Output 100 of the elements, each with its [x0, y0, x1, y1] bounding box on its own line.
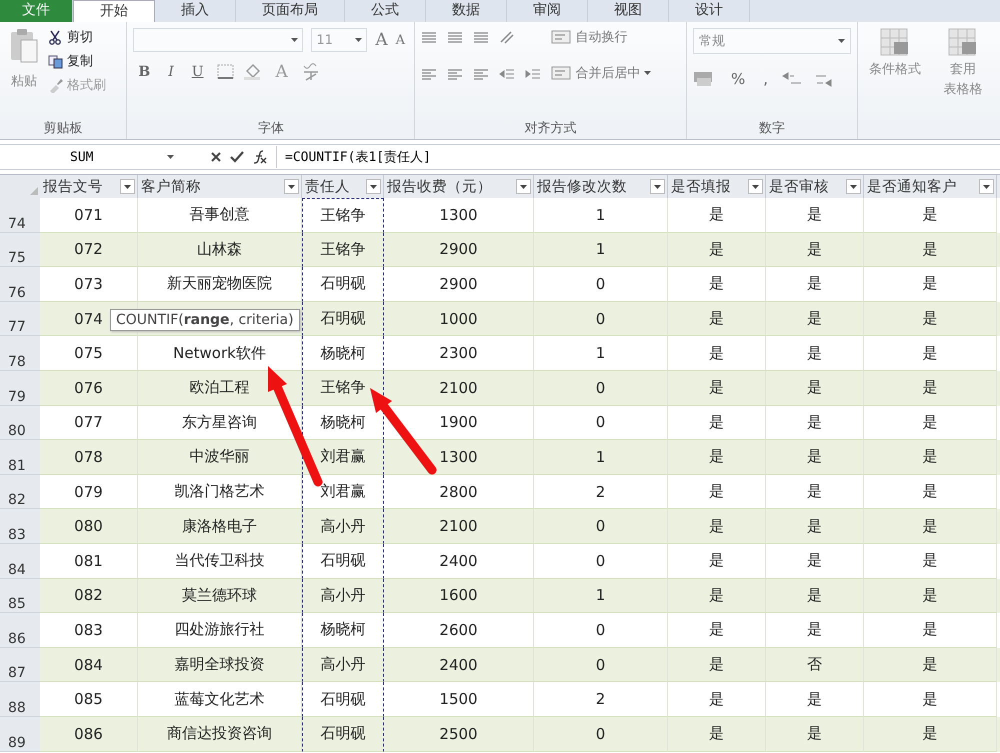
font-name-field[interactable]: [133, 28, 304, 52]
table-cell: 0: [534, 544, 668, 579]
ribbon-button[interactable]: 自动换行: [551, 28, 652, 46]
column-header[interactable]: 是否审核: [766, 175, 864, 198]
table-cell: 高小丹: [302, 648, 384, 682]
filter-dropdown-icon[interactable]: [979, 179, 994, 194]
ribbon-button[interactable]: 合并后居中: [551, 64, 652, 82]
table-cell: 是: [766, 232, 864, 268]
column-header[interactable]: 报告收费（元）: [384, 175, 534, 198]
column-header[interactable]: 是否填报: [668, 175, 766, 198]
filter-dropdown-icon[interactable]: [120, 179, 135, 194]
align-bottom-icon[interactable]: [473, 30, 490, 45]
underline-button[interactable]: U: [186, 64, 209, 80]
table-cell: 是: [668, 302, 766, 336]
comma-style-button[interactable]: ,: [759, 70, 772, 88]
column-header[interactable]: 客户简称: [138, 175, 302, 198]
table-cell: 是: [766, 509, 864, 544]
align-right-icon[interactable]: [473, 67, 490, 82]
table-cell: 1600: [384, 578, 534, 614]
caret-icon[interactable]: [644, 70, 652, 76]
ribbon-tab[interactable]: 开始: [73, 0, 155, 22]
brush-icon[interactable]: [48, 78, 63, 92]
filter-dropdown-icon[interactable]: [366, 179, 381, 194]
table-cell: 杨晓柯: [302, 336, 384, 371]
table-cell: 是: [864, 198, 997, 233]
filter-dropdown-icon[interactable]: [846, 179, 861, 194]
merge-cells-icon[interactable]: [551, 65, 572, 81]
filter-dropdown-icon[interactable]: [650, 179, 665, 194]
table-cell: 是: [766, 544, 864, 579]
table-cell: 是: [766, 198, 864, 233]
shrink-font-button[interactable]: A: [396, 32, 406, 48]
wrap-text-icon[interactable]: [551, 29, 572, 45]
formula-field[interactable]: =COUNTIF(表1[责任人]: [277, 148, 1000, 166]
table-cell: 071: [40, 198, 138, 233]
ribbon-button[interactable]: 剪切: [48, 28, 106, 46]
align-center-icon[interactable]: [447, 67, 464, 82]
caret-icon[interactable]: [838, 38, 845, 44]
cancel-icon[interactable]: [210, 151, 222, 163]
table-cell: 是: [668, 267, 766, 302]
italic-button[interactable]: I: [163, 64, 179, 80]
column-header[interactable]: 报告修改次数: [534, 175, 668, 198]
grow-font-button[interactable]: A: [375, 30, 388, 50]
row-number: 75: [0, 232, 40, 268]
table-cell: 石明砚: [302, 682, 384, 717]
column-header[interactable]: 责任人: [302, 175, 384, 198]
row-number: 82: [0, 474, 40, 510]
table-cell: 1900: [384, 406, 534, 440]
column-header[interactable]: 是否通知客户: [864, 175, 997, 198]
caret-icon[interactable]: [291, 38, 298, 42]
bold-button[interactable]: B: [133, 64, 156, 80]
table-cell: 1500: [384, 682, 534, 717]
table-cell: 嘉明全球投资: [138, 648, 302, 682]
table-cell: 2100: [384, 509, 534, 544]
table-cell: 欧泊工程: [138, 370, 302, 406]
row-number: 77: [0, 302, 40, 336]
align-top-icon[interactable]: [421, 30, 438, 45]
table-cell: 是: [864, 716, 997, 752]
align-left-icon[interactable]: [421, 67, 438, 82]
scissors-icon[interactable]: [48, 30, 63, 44]
table-cell: 1000: [384, 302, 534, 336]
table-cell: 当代传卫科技: [138, 544, 302, 579]
group-label: 数字: [759, 120, 785, 137]
ribbon-tab[interactable]: 文件: [0, 0, 73, 22]
table-cell: 是: [668, 509, 766, 544]
table-cell: 是: [766, 440, 864, 475]
row-number: 88: [0, 682, 40, 717]
name-box[interactable]: SUM: [0, 146, 180, 168]
caret-icon[interactable]: [355, 38, 362, 42]
align-middle-icon[interactable]: [447, 30, 464, 45]
function-tooltip: COUNTIF(range, criteria): [110, 309, 300, 331]
conditional-format-icon[interactable]: [880, 28, 910, 58]
table-cell: 2500: [384, 716, 534, 752]
borders-icon[interactable]: [216, 64, 235, 80]
copy-icon[interactable]: [48, 54, 63, 68]
table-cell: 2: [534, 682, 668, 717]
table-cell: 是: [668, 474, 766, 510]
function-icon[interactable]: [252, 150, 268, 164]
filter-dropdown-icon[interactable]: [748, 179, 763, 194]
row-number: 79: [0, 370, 40, 406]
caret-icon[interactable]: [167, 154, 174, 160]
ribbon-button[interactable]: 复制: [48, 52, 106, 70]
table-cell: 076: [40, 370, 138, 406]
table-cell: 1: [534, 232, 668, 268]
table-format-icon[interactable]: [948, 28, 978, 58]
filter-dropdown-icon[interactable]: [516, 179, 531, 194]
table-cell: 否: [766, 648, 864, 682]
table-cell: 086: [40, 716, 138, 752]
table-cell: 2300: [384, 336, 534, 371]
check-icon[interactable]: [230, 151, 244, 163]
table-cell: 1: [534, 198, 668, 233]
table-cell: 1: [534, 336, 668, 371]
table-cell: 0: [534, 302, 668, 336]
row-number: 84: [0, 544, 40, 579]
table-cell: 073: [40, 267, 138, 302]
table-cell: 是: [766, 716, 864, 752]
filter-dropdown-icon[interactable]: [284, 179, 299, 194]
column-header[interactable]: 报告文号: [40, 175, 138, 198]
table-cell: 石明砚: [302, 302, 384, 336]
clipboard-icon[interactable]: [9, 28, 39, 64]
percent-button[interactable]: %: [727, 70, 750, 88]
